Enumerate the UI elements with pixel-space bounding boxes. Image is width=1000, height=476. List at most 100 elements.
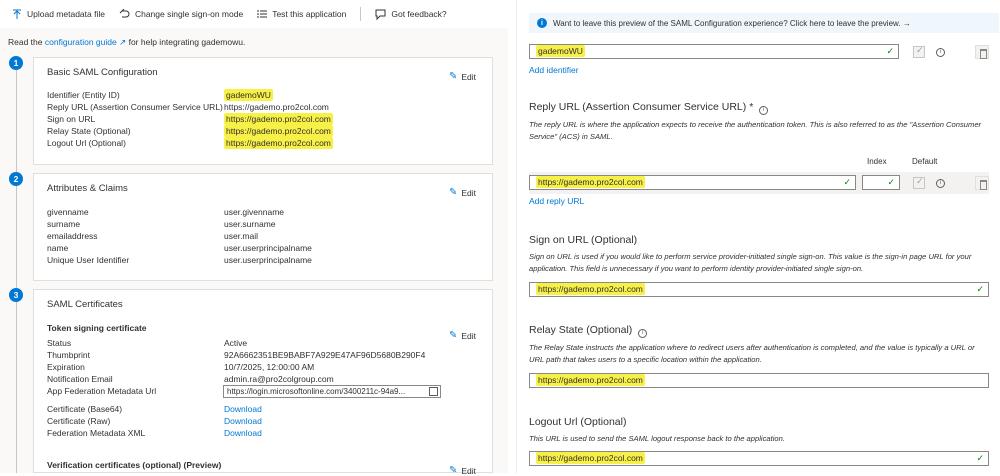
- identifier-value: gademoWU: [224, 89, 273, 101]
- valid-check-icon: ✓: [887, 177, 895, 187]
- relay-state-label: Relay State (Optional): [47, 126, 131, 136]
- attr-label: name: [47, 243, 69, 253]
- add-identifier-link[interactable]: Add identifier: [529, 65, 579, 75]
- basic-saml-card: Basic SAML Configuration ✎ Edit Identifi…: [33, 57, 493, 165]
- cert-base64-download-link[interactable]: Download: [224, 404, 262, 414]
- attr-value: user.mail: [224, 231, 259, 241]
- saml-edit-panel: i Want to leave this preview of the SAML…: [516, 0, 1000, 473]
- verification-certs-title: Verification certificates (optional) (Pr…: [47, 460, 222, 470]
- banner-text: Want to leave this preview of the SAML C…: [553, 18, 911, 28]
- attr-label: surname: [47, 219, 81, 229]
- notification-email-value: admin.ra@pro2colgroup.com: [224, 374, 334, 384]
- attr-label: givenname: [47, 207, 89, 217]
- reply-default-checkbox[interactable]: [913, 176, 925, 189]
- verification-edit-button[interactable]: ✎ Edit: [449, 465, 476, 476]
- info-icon: i: [537, 18, 547, 28]
- identifier-label: Identifier (Entity ID): [47, 90, 120, 100]
- test-application-button[interactable]: Test this application: [257, 9, 346, 19]
- external-link-icon: ↗: [119, 37, 127, 47]
- identifier-delete-icon[interactable]: [975, 45, 989, 59]
- toolbar: Upload metadata file Change single sign-…: [0, 0, 508, 28]
- sign-on-url-title: Sign on URL (Optional): [529, 234, 638, 246]
- reply-delete-icon[interactable]: [975, 176, 989, 190]
- attributes-edit-button[interactable]: ✎ Edit: [449, 187, 476, 198]
- edit-label: Edit: [461, 71, 476, 82]
- edit-label: Edit: [461, 465, 476, 476]
- logout-url-input-value: https://gademo.pro2col.com: [536, 452, 645, 464]
- logout-url-title: Logout Url (Optional): [529, 416, 627, 428]
- intro-prefix: Read the: [8, 37, 43, 47]
- step-1-badge: 1: [9, 56, 23, 70]
- certificates-edit-button[interactable]: ✎ Edit: [449, 330, 476, 341]
- metadata-url-text: https://login.microsoftonline.com/340021…: [227, 387, 406, 396]
- attr-value: user.userprincipalname: [224, 255, 312, 265]
- sign-on-url-value: https://gademo.pro2col.com: [224, 113, 333, 125]
- federation-xml-label: Federation Metadata XML: [47, 428, 146, 438]
- basic-saml-edit-button[interactable]: ✎ Edit: [449, 71, 476, 82]
- cert-raw-download-link[interactable]: Download: [224, 416, 262, 426]
- step-connector: [15, 68, 17, 473]
- add-reply-url-link[interactable]: Add reply URL: [529, 196, 584, 206]
- relay-state-value: https://gademo.pro2col.com: [224, 125, 333, 137]
- change-sso-mode-button[interactable]: Change single sign-on mode: [119, 9, 243, 19]
- copy-icon[interactable]: [429, 387, 438, 396]
- upload-metadata-button[interactable]: Upload metadata file: [12, 9, 105, 20]
- identifier-default-checkbox[interactable]: [913, 45, 925, 58]
- reply-info-icon[interactable]: i: [759, 106, 769, 115]
- attr-value: user.userprincipalname: [224, 243, 312, 253]
- metadata-url-field[interactable]: https://login.microsoftonline.com/340021…: [223, 385, 441, 398]
- reply-url-label: Reply URL (Assertion Consumer Service UR…: [47, 102, 223, 112]
- logout-url-value: https://gademo.pro2col.com: [224, 137, 333, 149]
- configuration-guide-link[interactable]: configuration guide: [45, 37, 117, 47]
- edit-label: Edit: [461, 187, 476, 198]
- basic-saml-title: Basic SAML Configuration: [47, 67, 158, 78]
- upload-icon: [13, 9, 21, 19]
- change-label: Change single sign-on mode: [134, 9, 244, 19]
- valid-check-icon: ✓: [976, 284, 984, 294]
- reply-url-title: Reply URL (Assertion Consumer Service UR…: [529, 101, 769, 115]
- reply-url-input-value: https://gademo.pro2col.com: [536, 176, 645, 188]
- step-2-badge: 2: [9, 172, 23, 186]
- relay-state-description: The Relay State instructs the applicatio…: [529, 343, 975, 364]
- relay-state-input-value: https://gademo.pro2col.com: [536, 374, 645, 386]
- valid-check-icon: ✓: [886, 46, 894, 56]
- feedback-button[interactable]: Got feedback?: [375, 9, 447, 20]
- left-panel: Upload metadata file Change single sign-…: [0, 0, 508, 476]
- toolbar-divider: [360, 7, 362, 21]
- attr-label: emailaddress: [47, 231, 98, 241]
- cert-base64-label: Certificate (Base64): [47, 404, 123, 414]
- logout-url-description: This URL is used to send the SAML logout…: [529, 434, 785, 443]
- pencil-icon: ✎: [448, 330, 458, 341]
- default-column-header: Default: [912, 157, 938, 166]
- cert-raw-label: Certificate (Raw): [47, 416, 111, 426]
- index-column-header: Index: [867, 157, 887, 166]
- logout-url-input[interactable]: https://gademo.pro2col.com ✓: [529, 451, 989, 466]
- sign-on-url-input[interactable]: https://gademo.pro2col.com ✓: [529, 282, 989, 297]
- relay-info-icon[interactable]: i: [638, 329, 648, 338]
- sign-on-url-description: Sign on URL is used if you would like to…: [529, 252, 972, 273]
- expiration-label: Expiration: [47, 362, 85, 372]
- test-label: Test this application: [272, 9, 347, 19]
- pencil-icon: ✎: [448, 71, 458, 82]
- reply-index-input[interactable]: ✓: [862, 175, 900, 190]
- attributes-claims-card: Attributes & Claims ✎ Edit givenname use…: [33, 173, 493, 281]
- reply-url-description: The reply URL is where the application e…: [529, 120, 982, 141]
- federation-xml-download-link[interactable]: Download: [224, 428, 262, 438]
- relay-state-input[interactable]: https://gademo.pro2col.com: [529, 373, 989, 388]
- intro-suffix: for help integrating gademowu.: [128, 37, 246, 47]
- identifier-info-icon[interactable]: i: [936, 48, 945, 57]
- thumbprint-value: 92A6662351BE9BABF7A929E47AF96D5680B290F4: [224, 350, 426, 360]
- identifier-input[interactable]: gademoWU ✓: [529, 44, 899, 59]
- relay-state-title: Relay State (Optional) i: [529, 324, 648, 338]
- reply-url-input[interactable]: https://gademo.pro2col.com ✓: [529, 175, 856, 190]
- sign-on-url-label: Sign on URL: [47, 114, 96, 124]
- metadata-url-label: App Federation Metadata Url: [47, 386, 157, 396]
- status-value: Active: [224, 338, 248, 348]
- notification-email-label: Notification Email: [47, 374, 113, 384]
- identifier-input-value: gademoWU: [536, 45, 585, 57]
- pencil-icon: ✎: [448, 465, 458, 476]
- reply-row-info-icon[interactable]: i: [936, 179, 945, 188]
- upload-label: Upload metadata file: [27, 9, 105, 19]
- valid-check-icon: ✓: [843, 177, 851, 187]
- preview-banner[interactable]: i Want to leave this preview of the SAML…: [529, 13, 999, 33]
